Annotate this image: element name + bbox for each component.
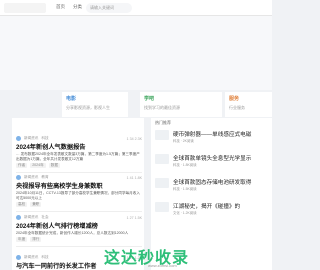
sidebar-item-title[interactable]: 全球首款单镜头全息型光学显示 [173,154,270,162]
article-title[interactable]: 2024年新创人气数据报告 [16,142,142,151]
watermark-overlay: 这达秒收录 www.zdmsl.com [100,240,272,270]
list-item[interactable]: 新闻资讯 科技 1 34 2.3K 2024年新创人气数据报告 … 发布数据20… [16,136,142,173]
avatar [16,215,21,220]
article-tag: 科技 [41,136,49,140]
sidebar-heading: 热门推荐 [155,120,171,125]
top-navigation-bar: 首页 分类 请输入关键词 [0,0,272,16]
sidebar-item-title[interactable]: 江湖秘史，揭开《碰撞》的 [173,202,270,210]
sidebar-item-meta: 科技 · 1.5K阅读 [173,187,197,191]
avatar [16,255,21,260]
article-meta: 新闻资讯 社会 1 27 1.5K [16,215,142,220]
thumbnail-image [155,178,169,188]
article-title[interactable]: 2024年新创人气排行榜增减榜 [16,221,142,230]
card-title: 电影 [66,96,77,102]
article-tags: 高校 兼职 [16,202,142,207]
main-nav: 首页 分类 [56,4,82,10]
article-source: 新闻资讯 [24,215,39,219]
sidebar-item-meta: 文化 · 1.2K阅读 [173,211,197,215]
article-summary: 2024年10月11日，CCTV-13报导了部分高校学生兼职情况，部分同学每月收… [16,191,140,200]
article-meta: 新闻资讯 科技 1 34 2.3K [16,136,142,141]
tag[interactable]: 年度 [16,237,28,242]
category-card-study[interactable]: 学吧 找到学习的最佳资源 [140,92,222,117]
sidebar-item-meta: 科技 · 1.8K阅读 [173,163,197,167]
sidebar-item-title[interactable]: 硬币弹射器——单线感应式电磁 [173,130,270,138]
article-source: 新闻资讯 [24,175,39,179]
article-tags: 作者 2024年 数据 [16,163,142,168]
card-title: 学吧 [144,96,155,102]
article-stats: 1 34 2.3K [126,136,142,141]
tag[interactable]: 作者 [16,163,28,168]
category-cards: 电影 分享影视资源，影视人生 学吧 找到学习的最佳资源 服务 行业服务 [0,90,272,118]
tag[interactable]: 高校 [16,202,28,207]
nav-item-category[interactable]: 分类 [73,4,82,10]
list-item[interactable]: 新闻资讯 教育 1 41 1.8K 央视报导有些高校学生身兼数职 2024年10… [16,175,142,212]
thumbnail-image [155,154,169,164]
card-subtitle: 分享影视资源，影视人生 [66,105,110,110]
tag[interactable]: 兼职 [30,202,42,207]
search-input[interactable]: 请输入关键词 [86,3,132,13]
tag[interactable]: 排行 [30,237,42,242]
article-tag: 科技 [41,255,49,259]
article-title[interactable]: 央视报导有些高校学生身兼数职 [16,181,142,190]
divider [16,211,142,212]
category-card-service[interactable]: 服务 行业服务 [225,92,272,117]
card-subtitle: 找到学习的最佳资源 [144,105,180,110]
watermark-url: www.zdmsl.com [148,263,177,268]
article-summary: 2024年全年数据统计完成，新创作人增长1200人，总人数达到12000人 [16,231,129,235]
tag[interactable]: 数据 [48,163,60,168]
article-tag: 社会 [41,215,49,219]
avatar [16,136,21,141]
nav-item-home[interactable]: 首页 [56,4,65,10]
sidebar-item-title[interactable]: 全球首款固态存储电池研发取得 [173,178,270,186]
thumbnail-image [155,130,169,140]
divider [16,172,142,173]
article-stats: 1 41 1.8K [126,175,142,180]
article-stats: 1 27 1.5K [126,215,142,220]
article-tag: 教育 [41,175,49,179]
hero-banner [0,16,272,90]
card-title: 服务 [229,96,240,102]
avatar [16,175,21,180]
card-subtitle: 行业服务 [229,105,245,110]
tag[interactable]: 2024年 [30,163,46,168]
article-meta: 新闻资讯 教育 1 41 1.8K [16,175,142,180]
article-source: 新闻资讯 [24,255,39,259]
sidebar-item-meta: 科技 · 2K阅读 [173,139,194,143]
category-card-film[interactable]: 电影 分享影视资源，影视人生 [62,92,128,117]
thumbnail-image [155,202,169,212]
article-source: 新闻资讯 [24,136,39,140]
article-summary: … 发布数据2024年全年发表散文数量3万篇，第二季度为1.5万篇；第三季度产出… [16,152,140,161]
site-logo[interactable] [4,3,46,13]
